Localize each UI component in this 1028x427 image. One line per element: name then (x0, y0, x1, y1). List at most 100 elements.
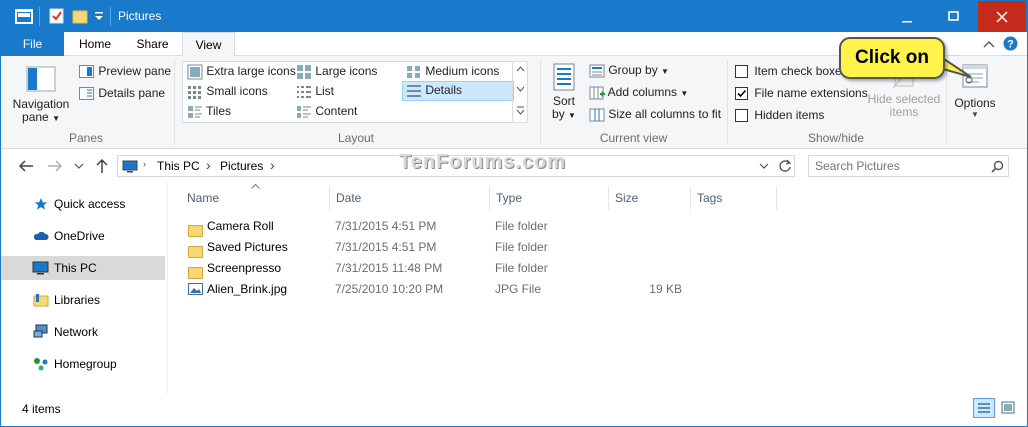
breadcrumb-separator-icon[interactable]: › (143, 159, 146, 169)
back-icon[interactable] (18, 159, 34, 173)
group-by-button[interactable]: Group by ▼ (589, 63, 669, 79)
explorer-window: Pictures File Home Share View ? Navigati… (0, 0, 1028, 427)
star-icon (34, 198, 48, 210)
size-all-columns-button[interactable]: Size all columns to fit (589, 107, 721, 123)
maximize-icon (947, 11, 959, 21)
details-view-button[interactable] (973, 398, 995, 418)
search-icon[interactable] (991, 160, 1004, 173)
file-date: 7/31/2015 11:48 PM (335, 261, 443, 275)
status-bar: 4 items (1, 398, 1027, 426)
properties-icon[interactable] (49, 8, 65, 24)
address-bar-row: › This PC › Pictures › TenForums.com (1, 150, 1027, 182)
layout-small-icons[interactable]: Small icons (187, 84, 268, 100)
large-icons-view-icon (1001, 401, 1015, 414)
small-icons-icon (188, 86, 201, 99)
add-columns-button[interactable]: Add columns ▼ (589, 85, 688, 101)
file-type: File folder (495, 261, 548, 275)
table-row[interactable]: Saved Pictures 7/31/2015 4:51 PM File fo… (182, 237, 782, 258)
table-row[interactable]: Alien_Brink.jpg 7/25/2010 10:20 PM JPG F… (182, 279, 782, 300)
details-pane-icon (79, 87, 94, 100)
file-name: Camera Roll (207, 219, 274, 233)
group-separator (540, 60, 541, 145)
details-pane-button[interactable]: Details pane (79, 86, 165, 102)
minimize-button[interactable] (884, 1, 930, 32)
layout-scroll[interactable] (512, 62, 527, 122)
nav-item-libraries[interactable]: Libraries (1, 288, 165, 312)
refresh-icon[interactable] (778, 159, 792, 173)
sort-by-button[interactable]: Sort by ▼ (547, 62, 581, 128)
address-dropdown-icon[interactable] (759, 162, 769, 170)
tab-file[interactable]: File (1, 32, 64, 56)
close-button[interactable] (978, 1, 1026, 32)
table-row[interactable]: Camera Roll 7/31/2015 4:51 PM File folde… (182, 216, 782, 237)
nav-item-onedrive[interactable]: OneDrive (1, 224, 165, 248)
navigation-pane-button[interactable]: Navigation pane ▼ (11, 60, 71, 128)
layout-extra-large-icons[interactable]: Extra large icons (187, 64, 296, 80)
table-row[interactable]: Screenpresso 7/31/2015 11:48 PM File fol… (182, 258, 782, 279)
column-header-date[interactable]: Date (330, 186, 490, 210)
item-check-boxes-option[interactable]: Item check boxes (735, 64, 848, 79)
breadcrumb-separator-icon[interactable]: › (206, 157, 211, 173)
hidden-items-checkbox[interactable] (735, 109, 748, 123)
item-count: 4 items (22, 402, 61, 416)
computer-icon (32, 261, 49, 275)
breadcrumb-this-pc[interactable]: This PC (157, 159, 200, 173)
file-date: 7/31/2015 4:51 PM (335, 219, 437, 233)
content-icon (297, 106, 311, 118)
preview-pane-button[interactable]: Preview pane (79, 64, 171, 80)
sort-label-2: by ▼ (552, 107, 576, 121)
up-icon[interactable] (95, 158, 109, 174)
minimize-icon (902, 21, 912, 23)
nav-item-network[interactable]: Network (1, 320, 165, 344)
customize-qa-dropdown-icon[interactable] (94, 12, 104, 22)
nav-item-quick-access[interactable]: Quick access (1, 192, 165, 216)
file-name-extensions-checkbox[interactable] (735, 87, 748, 101)
layout-medium-icons[interactable]: Medium icons (406, 64, 499, 80)
column-header-type[interactable]: Type (490, 186, 609, 210)
group-separator (174, 60, 175, 145)
help-icon[interactable]: ? (1003, 36, 1018, 51)
size-columns-icon (589, 108, 605, 122)
layout-list[interactable]: List (296, 84, 334, 100)
column-header-name[interactable]: Name (168, 186, 330, 210)
layout-details[interactable]: Details (402, 81, 514, 101)
network-icon (33, 324, 48, 338)
maximize-button[interactable] (930, 1, 976, 32)
window-icon[interactable] (15, 9, 33, 24)
collapse-ribbon-icon[interactable] (983, 39, 995, 49)
file-date: 7/25/2010 10:20 PM (335, 282, 444, 296)
item-check-boxes-checkbox[interactable] (735, 65, 748, 79)
tab-view[interactable]: View (182, 32, 235, 57)
recent-locations-icon[interactable] (74, 162, 84, 170)
large-icons-view-button[interactable] (998, 398, 1020, 418)
medium-icons-icon (407, 66, 420, 78)
checkmark-icon (737, 90, 747, 98)
scroll-up-icon[interactable] (516, 66, 525, 72)
expand-gallery-icon[interactable] (516, 106, 525, 115)
new-folder-icon[interactable] (72, 8, 88, 24)
hidden-items-option[interactable]: Hidden items (735, 108, 824, 123)
options-dropdown-icon[interactable]: ▼ (951, 110, 999, 120)
details-icon (407, 85, 421, 97)
layout-tiles[interactable]: Tiles (187, 104, 231, 120)
search-input[interactable] (815, 158, 985, 174)
tab-home[interactable]: Home (66, 32, 124, 56)
nav-item-this-pc[interactable]: This PC (1, 256, 165, 280)
layout-content[interactable]: Content (296, 104, 357, 120)
file-name-extensions-option[interactable]: File name extensions (735, 86, 868, 101)
close-icon (996, 11, 1008, 23)
forward-icon[interactable] (47, 159, 63, 173)
panes-group-label: Panes (68, 131, 104, 145)
nav-item-homegroup[interactable]: Homegroup (1, 352, 165, 376)
search-box[interactable] (808, 155, 1009, 177)
file-name: Alien_Brink.jpg (207, 282, 288, 296)
layout-large-icons[interactable]: Large icons (296, 64, 377, 80)
column-header-tags[interactable]: Tags (691, 186, 777, 210)
breadcrumb-separator-icon[interactable]: › (270, 157, 275, 173)
layout-gallery: Extra large icons Large icons Medium ico… (182, 61, 528, 123)
column-header-size[interactable]: Size (609, 186, 691, 210)
scroll-down-icon[interactable] (516, 86, 525, 92)
tab-share[interactable]: Share (124, 32, 181, 56)
breadcrumb-pictures[interactable]: Pictures (220, 159, 263, 173)
navigation-pane-label-2: pane ▼ (22, 110, 60, 124)
